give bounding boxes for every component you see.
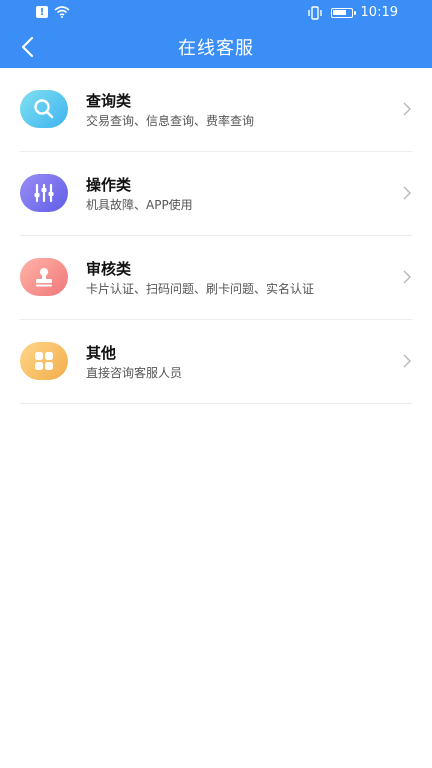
query-icon-badge	[20, 90, 68, 128]
chevron-right-icon	[403, 270, 412, 284]
chevron-right-icon	[403, 354, 412, 368]
status-bar: ! 10:19	[0, 0, 432, 26]
status-time: 10:19	[360, 5, 398, 20]
list-item-review[interactable]: 审核类 卡片认证、扫码问题、刷卡问题、实名认证	[20, 236, 412, 320]
chevron-right-icon	[403, 102, 412, 116]
status-left: !	[36, 6, 70, 18]
alert-icon: !	[36, 6, 48, 18]
battery-icon	[330, 7, 356, 18]
status-right: 10:19	[307, 5, 398, 20]
sliders-icon	[34, 183, 54, 203]
top-navigation-bar: 在线客服	[0, 26, 432, 68]
review-icon-badge	[20, 258, 68, 296]
list-item-title: 操作类	[86, 176, 132, 194]
list-item-subtitle: 交易查询、信息查询、费率查询	[86, 114, 255, 128]
battery-level-fill	[332, 9, 347, 15]
list-item-title: 查询类	[86, 92, 132, 110]
stamp-icon	[36, 268, 52, 287]
list-item-title: 其他	[86, 344, 117, 362]
list-item-operation[interactable]: 操作类 机具故障、APP使用	[20, 152, 412, 236]
page-title: 在线客服	[178, 38, 254, 59]
list-item-subtitle: 机具故障、APP使用	[86, 198, 193, 212]
grid-icon	[35, 352, 53, 370]
list-item-query[interactable]: 查询类 交易查询、信息查询、费率查询	[20, 68, 412, 152]
vibrate-icon	[307, 5, 322, 20]
search-icon	[34, 99, 54, 119]
service-category-list: 查询类 交易查询、信息查询、费率查询 操作类 机具故障、APP使用 审核类 卡片…	[20, 68, 412, 404]
chevron-right-icon	[403, 186, 412, 200]
list-item-subtitle: 直接咨询客服人员	[86, 366, 183, 380]
other-icon-badge	[20, 342, 68, 380]
wifi-icon	[54, 6, 70, 18]
operation-icon-badge	[20, 174, 68, 212]
list-item-other[interactable]: 其他 直接咨询客服人员	[20, 320, 412, 404]
list-item-title: 审核类	[86, 260, 132, 278]
list-item-subtitle: 卡片认证、扫码问题、刷卡问题、实名认证	[86, 282, 315, 296]
